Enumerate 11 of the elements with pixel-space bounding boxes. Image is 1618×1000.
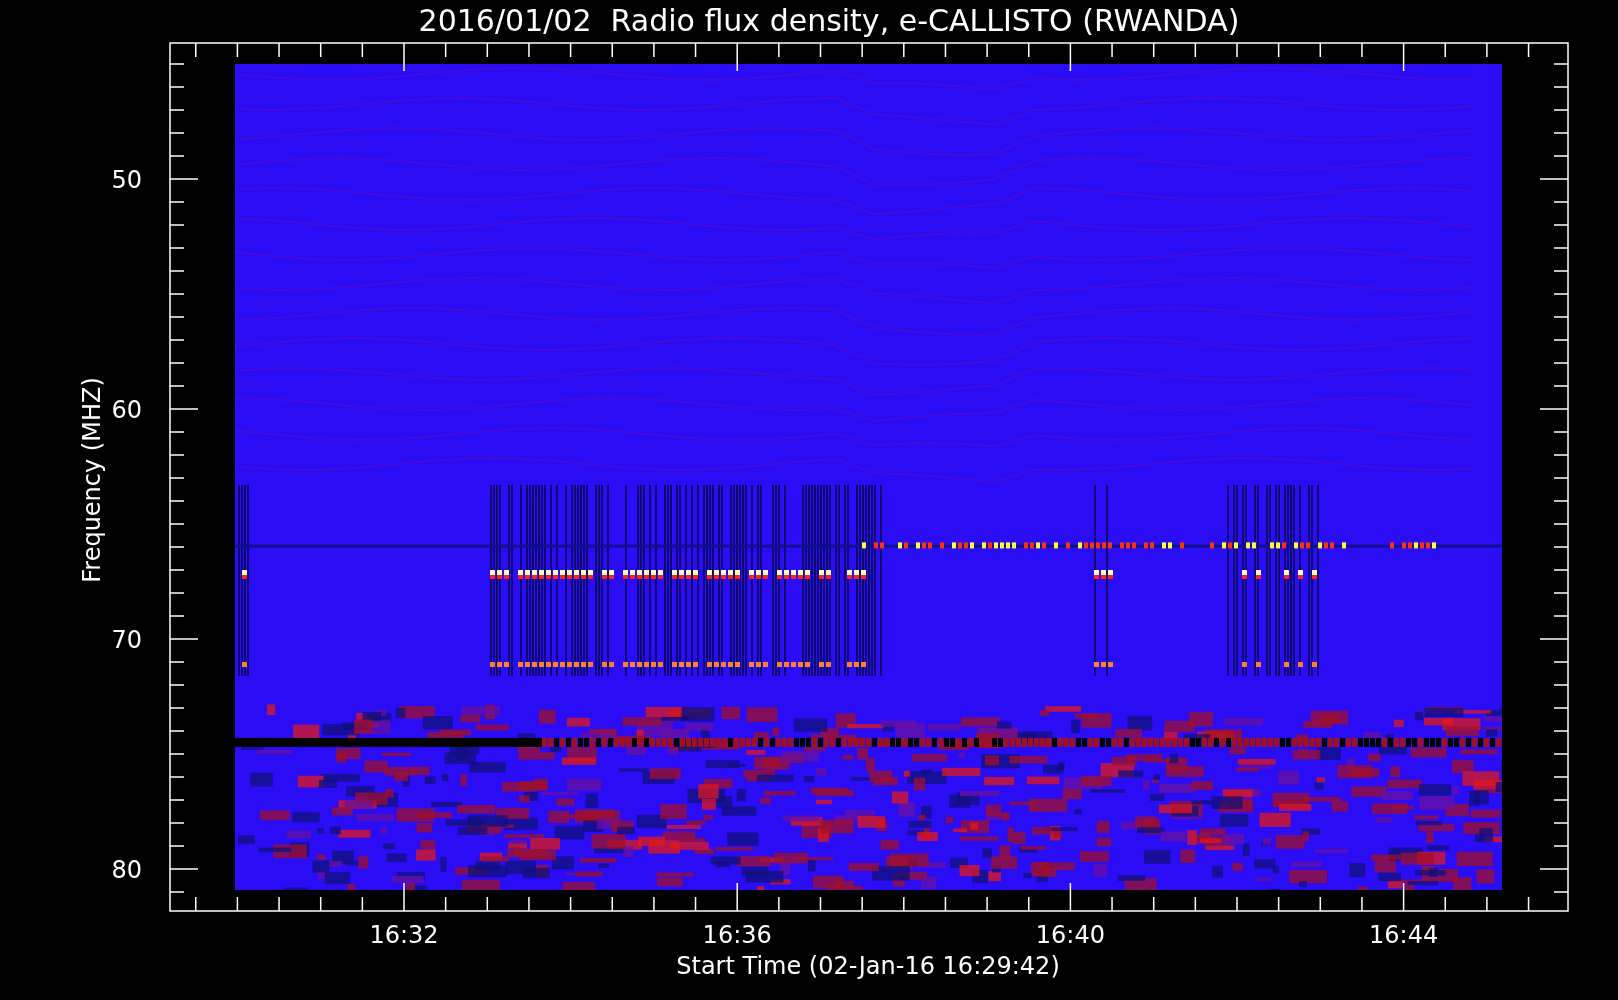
tick-label: 16:32 [369,921,439,949]
tick-label: 80 [111,856,142,884]
tick-label: 16:40 [1035,921,1105,949]
axis-label: Start Time (02-Jan-16 16:29:42) [676,952,1060,980]
tick-label: 60 [111,396,142,424]
axis-label: Frequency (MHZ) [78,377,106,583]
chart-title: 2016/01/02 Radio flux density, e-CALLISTO (RWANDA) [418,2,1240,38]
tick-label: 50 [111,166,142,194]
tick-label: 16:36 [702,921,772,949]
tick-label: 70 [111,626,142,654]
tick-label: 16:44 [1369,921,1439,949]
